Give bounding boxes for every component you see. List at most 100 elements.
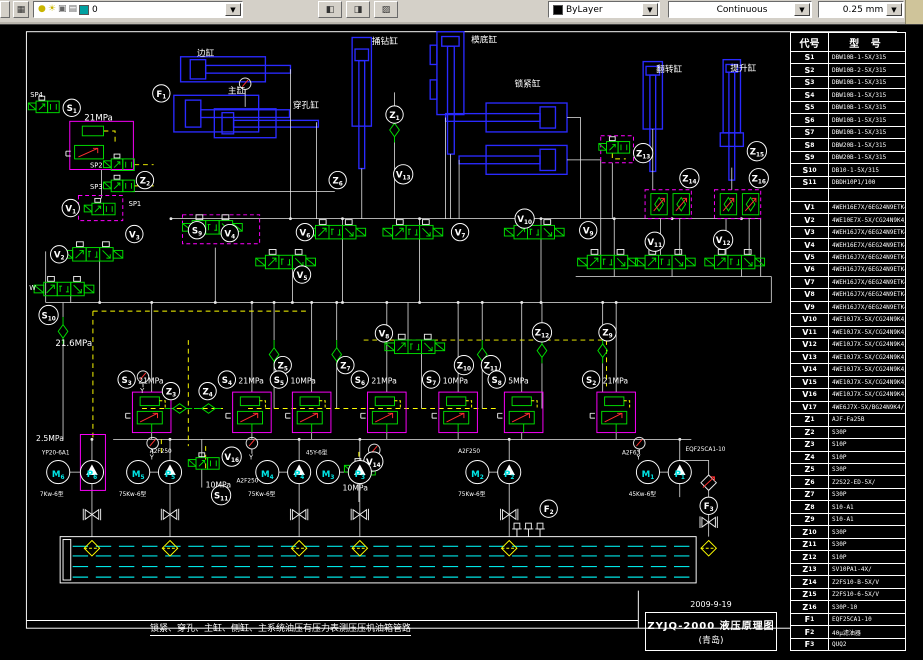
table-row: S4DBW10B-1-5X/315 <box>791 89 905 101</box>
cad-application-window: { "toolbar": { "bylayer": "ByLayer", "li… <box>0 0 923 660</box>
chevron-down-icon[interactable]: ▼ <box>794 3 810 16</box>
table-row: S10DB10-1-5X/315 <box>791 164 905 176</box>
part-code: S3 <box>791 77 829 88</box>
pipe-junctions <box>91 217 743 441</box>
lineweight-combo[interactable]: 0.25 mm ▼ <box>818 1 904 18</box>
cylinders-layer <box>174 32 744 180</box>
plot-icon: ▤ <box>68 5 77 14</box>
part-code: V3 <box>791 227 829 238</box>
table-row: V114WE10J7X-5X/CG24N9K4/12 <box>791 327 905 339</box>
schematic-text: 21MPa <box>84 113 113 123</box>
suction-strainer <box>352 541 367 556</box>
part-model: SV10PA1-4X/ <box>829 564 905 575</box>
table-row: V34WEH16J7X/6EG24N9ETK4/B10 <box>791 227 905 239</box>
cylinder-drill <box>352 37 371 168</box>
part-model: 4WEH16J7X/6EG24N9ETK4/B10 <box>829 277 905 288</box>
cylinder-piercing <box>214 109 318 138</box>
air-breather <box>512 523 522 536</box>
part-model: AJF-Fa25B <box>829 414 905 425</box>
table-row: Z12S10P <box>791 551 905 563</box>
schematic-text: YP20-6A1 <box>41 451 70 457</box>
part-model: 40μ滤油器 <box>829 626 905 637</box>
part-code: Z12 <box>791 551 829 562</box>
table-row: Z6Z2S22-ED-5X/ <box>791 476 905 488</box>
part-code: Z11 <box>791 539 829 550</box>
component-badges: S1F1Z2Z6V1V2V3S9V4V5V6V7Z1V13V8V10V9V11V… <box>39 85 768 518</box>
valve-sp1 <box>84 198 115 214</box>
table-row <box>791 189 905 201</box>
table-row: V174WE6J7X-5X/BG24N9K4/12 <box>791 402 905 414</box>
chevron-down-icon[interactable]: ▼ <box>225 3 241 16</box>
layers-dialog-button[interactable]: ▦ <box>13 1 29 18</box>
table-row: Z11S30P <box>791 539 905 551</box>
relief-block-s3 <box>126 392 171 432</box>
component-badge-s5: S5 <box>270 371 287 388</box>
part-code: F1 <box>791 614 829 625</box>
valve-v2 <box>63 242 123 261</box>
part-code: V15 <box>791 377 829 388</box>
part-code: S8 <box>791 139 829 150</box>
manifold-blocks-layer <box>70 121 761 490</box>
part-code: F2 <box>791 626 829 637</box>
suction-strainer <box>84 541 99 556</box>
component-badge-z4: Z4 <box>199 382 216 399</box>
table-row: Z15Z2FS10-6-5X/V <box>791 589 905 601</box>
schematic-text: 2.5MPa <box>36 434 64 443</box>
chevron-down-icon[interactable]: ▼ <box>886 3 902 16</box>
component-badge-s6: S6 <box>351 371 368 388</box>
table-row: V74WEH16J7X/6EG24N9ETK4/B10 <box>791 277 905 289</box>
pilot-lines-layer <box>93 131 626 471</box>
valve-v10 <box>504 220 564 239</box>
part-model: 4WE10J7X-5X/CG24N9K4/12 <box>829 314 905 325</box>
table-row: S1DBW10B-1-5X/315 <box>791 52 905 64</box>
table-row: Z2S30P <box>791 427 905 439</box>
color-combo[interactable]: ByLayer ▼ <box>548 1 660 18</box>
component-badge-p3: P3 <box>348 461 371 484</box>
schematic-text: Y <box>248 454 254 462</box>
component-badge-z1: Z1 <box>386 106 403 123</box>
suction-strainer <box>291 541 306 556</box>
component-badge-p4: P4 <box>288 461 311 484</box>
table-row: V104WE10J7X-5X/CG24N9K4/12 <box>791 314 905 326</box>
component-badge-v12: V12 <box>713 230 732 249</box>
schematic-text: 21.6MPa <box>55 339 92 349</box>
relief-block-s2 <box>590 392 635 432</box>
component-badge-v7: V7 <box>451 223 468 240</box>
layer-combo[interactable]: ● ☀ ▣ ▤ 0 ▼ <box>33 1 243 18</box>
part-model: 4WE10E7X-5X/CG24N9K4/12 <box>829 214 905 225</box>
match-properties-button[interactable]: ▨ <box>374 1 398 18</box>
table-row: Z5S30P <box>791 464 905 476</box>
component-badge-f3: F3 <box>700 497 717 514</box>
part-code: S4 <box>791 89 829 100</box>
schematic-text: SP2 <box>90 162 103 170</box>
part-model: 4WE10J7X-5X/CG24N9K4/12 <box>829 377 905 388</box>
throttle-check-z15b <box>742 194 758 215</box>
table-row: V154WE10J7X-5X/CG24N9K4/12 <box>791 377 905 389</box>
component-badge-v4: V4 <box>221 224 238 241</box>
layer-previous-button[interactable]: ◨ <box>346 1 370 18</box>
chevron-down-icon[interactable]: ▼ <box>642 3 658 16</box>
schematic-text: 21MPa <box>238 376 264 385</box>
component-badge-s10: S10 <box>39 305 58 324</box>
part-model: 4WEH16J7X/6EG24N9ETK4/B10 <box>829 227 905 238</box>
layer-tool-icon: ◧ <box>326 5 335 15</box>
component-badge-p1: P1 <box>668 461 691 484</box>
table-row: S6DBW10B-1-5X/315 <box>791 114 905 126</box>
schematic-text: SP1 <box>129 200 142 208</box>
part-code: S11 <box>791 177 829 188</box>
part-code: V13 <box>791 352 829 363</box>
column-header-model: 型 号 <box>829 35 905 50</box>
relief-block-s4 <box>226 392 271 432</box>
schematic-text: Y <box>635 454 641 462</box>
make-object-layer-current-button[interactable]: ◧ <box>318 1 342 18</box>
part-model: DBW10B-1-5X/315 <box>829 127 905 138</box>
part-code: V10 <box>791 314 829 325</box>
sun-icon: ☀ <box>48 5 56 14</box>
part-model: S10P <box>829 551 905 562</box>
suction-strainer <box>701 541 716 556</box>
linetype-combo[interactable]: Continuous ▼ <box>668 1 812 18</box>
toolbar-edge-button[interactable] <box>0 1 10 18</box>
component-badge-s7: S7 <box>422 371 439 388</box>
component-badge-z2: Z2 <box>136 171 153 188</box>
component-badge-z6: Z6 <box>329 171 346 188</box>
